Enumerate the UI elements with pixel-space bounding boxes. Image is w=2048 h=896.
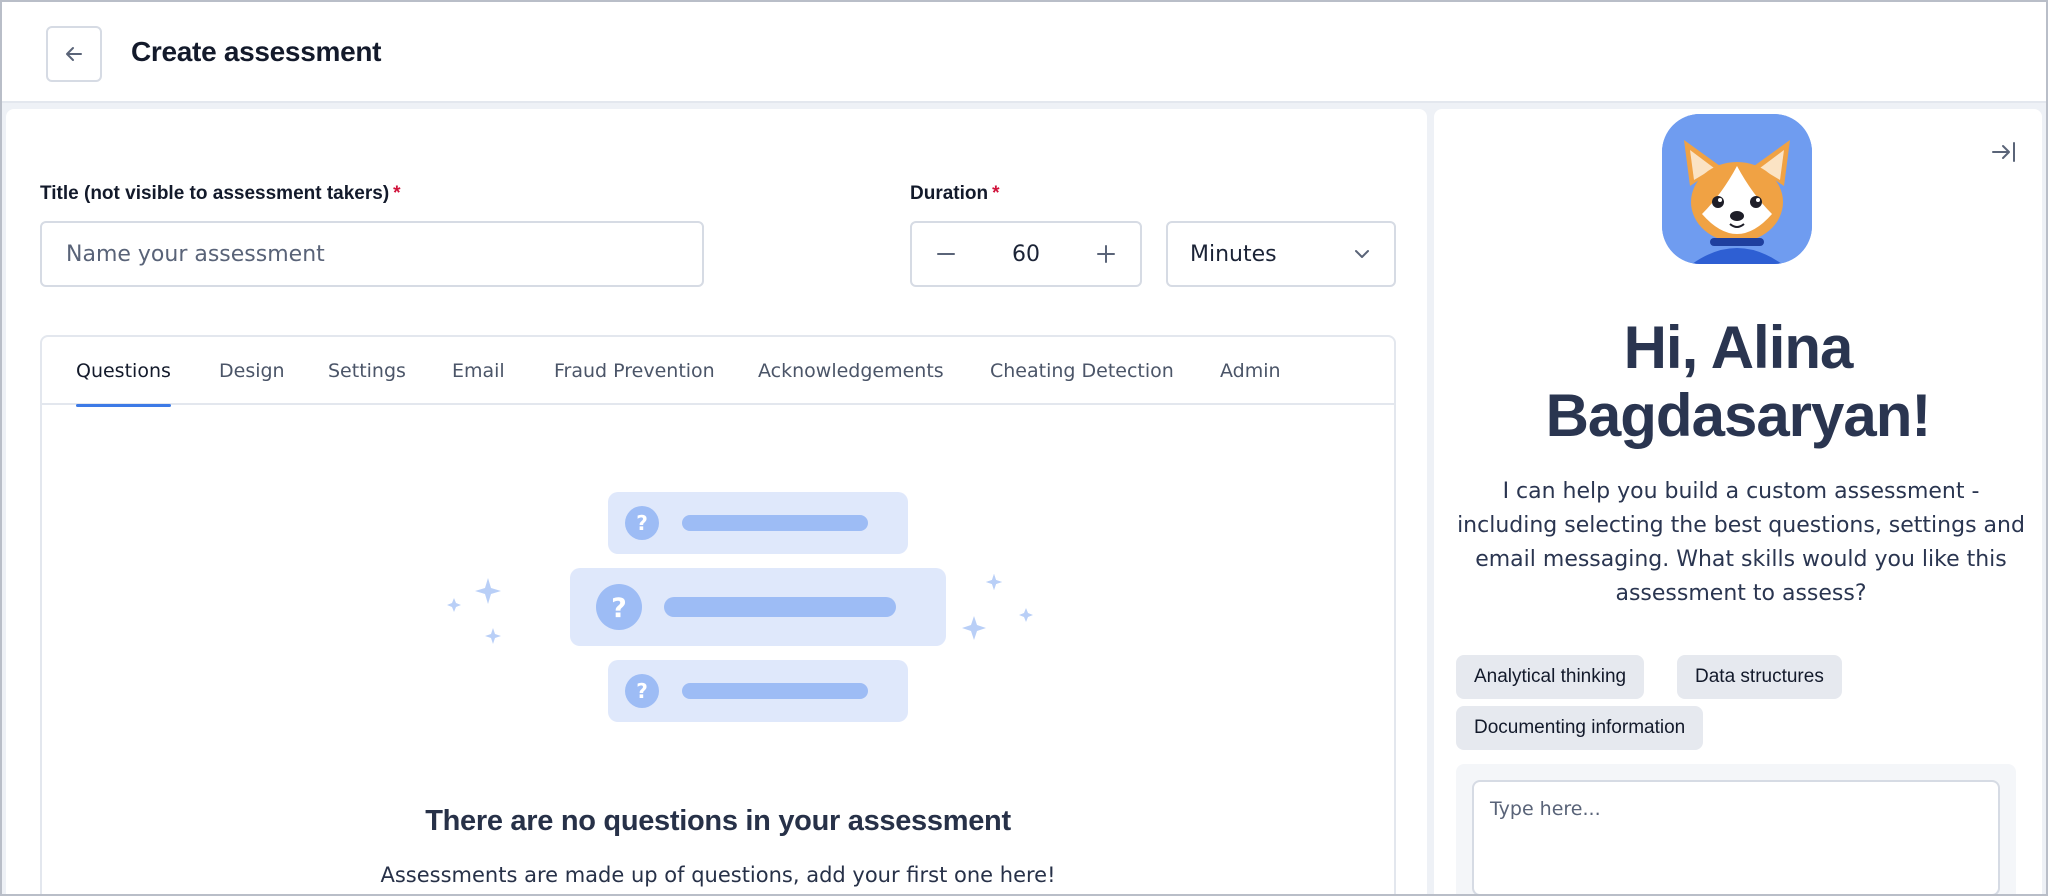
greeting-line-2: Bagdasaryan! xyxy=(1545,382,1932,449)
assessment-form-card: Title (not visible to assessment takers)… xyxy=(6,109,1427,896)
title-field-label: Title (not visible to assessment takers)… xyxy=(40,183,401,205)
minus-icon xyxy=(937,253,955,255)
avatar-graphic xyxy=(1662,114,1812,264)
corgi-mascot-icon xyxy=(1662,114,1812,264)
tab-acknowledgements[interactable]: Acknowledgements xyxy=(758,337,944,405)
duration-unit-value: Minutes xyxy=(1190,241,1277,267)
chat-input-area xyxy=(1456,764,2016,896)
greeting-line-1: Hi, Alina xyxy=(1623,314,1854,381)
assistant-greeting: Hi, Alina Bagdasaryan! xyxy=(1434,314,2042,450)
required-marker: * xyxy=(992,183,1000,204)
chevron-down-icon xyxy=(1355,250,1369,258)
increment-button[interactable] xyxy=(1084,232,1128,276)
suggestion-chip-analytical-thinking[interactable]: Analytical thinking xyxy=(1456,655,1645,699)
empty-state-subtitle: Assessments are made up of questions, ad… xyxy=(380,863,1056,887)
plus-icon xyxy=(1097,245,1115,263)
title-label-text: Title (not visible to assessment takers) xyxy=(40,183,390,204)
assessment-title-input[interactable] xyxy=(40,221,704,287)
tab-cheating-detection[interactable]: Cheating Detection xyxy=(990,337,1174,405)
svg-text:?: ? xyxy=(636,679,648,703)
arrow-left-icon xyxy=(66,47,82,61)
collapse-panel-icon xyxy=(1992,142,2015,162)
empty-questions-illustration: ? ? ? xyxy=(447,492,1033,722)
tab-admin[interactable]: Admin xyxy=(1220,337,1281,405)
assistant-intro-text: I can help you build a custom assessment… xyxy=(1457,479,2025,606)
tab-bar: Questions Design Settings Email Fraud Pr… xyxy=(42,337,1394,407)
duration-field-label: Duration * xyxy=(910,183,1000,205)
top-header: Create assessment xyxy=(0,0,2048,103)
back-button[interactable] xyxy=(46,26,102,82)
duration-label-text: Duration xyxy=(910,183,989,204)
suggestion-chip-data-structures[interactable]: Data structures xyxy=(1677,655,1842,699)
required-marker: * xyxy=(393,183,401,204)
duration-unit-select[interactable]: Minutes xyxy=(1166,221,1396,287)
assessment-tabs-panel: Questions Design Settings Email Fraud Pr… xyxy=(40,335,1396,896)
svg-text:?: ? xyxy=(636,511,648,535)
collapse-panel-button[interactable] xyxy=(1986,134,2022,170)
tab-email[interactable]: Email xyxy=(452,337,505,405)
duration-stepper: 60 xyxy=(910,221,1142,287)
svg-text:?: ? xyxy=(611,593,627,624)
tab-design[interactable]: Design xyxy=(219,337,285,405)
empty-state-title: There are no questions in your assessmen… xyxy=(425,805,1011,837)
tab-settings[interactable]: Settings xyxy=(328,337,406,405)
duration-value[interactable]: 60 xyxy=(1012,242,1040,267)
tab-questions[interactable]: Questions xyxy=(76,337,171,407)
assistant-panel: Hi, Alina Bagdasaryan! I can help you bu… xyxy=(1434,109,2042,896)
suggestion-chip-documenting-information[interactable]: Documenting information xyxy=(1456,706,1704,750)
tab-fraud-prevention[interactable]: Fraud Prevention xyxy=(554,337,715,405)
decrement-button[interactable] xyxy=(924,232,968,276)
page-title: Create assessment xyxy=(131,36,382,67)
chat-message-input[interactable] xyxy=(1472,780,2000,896)
